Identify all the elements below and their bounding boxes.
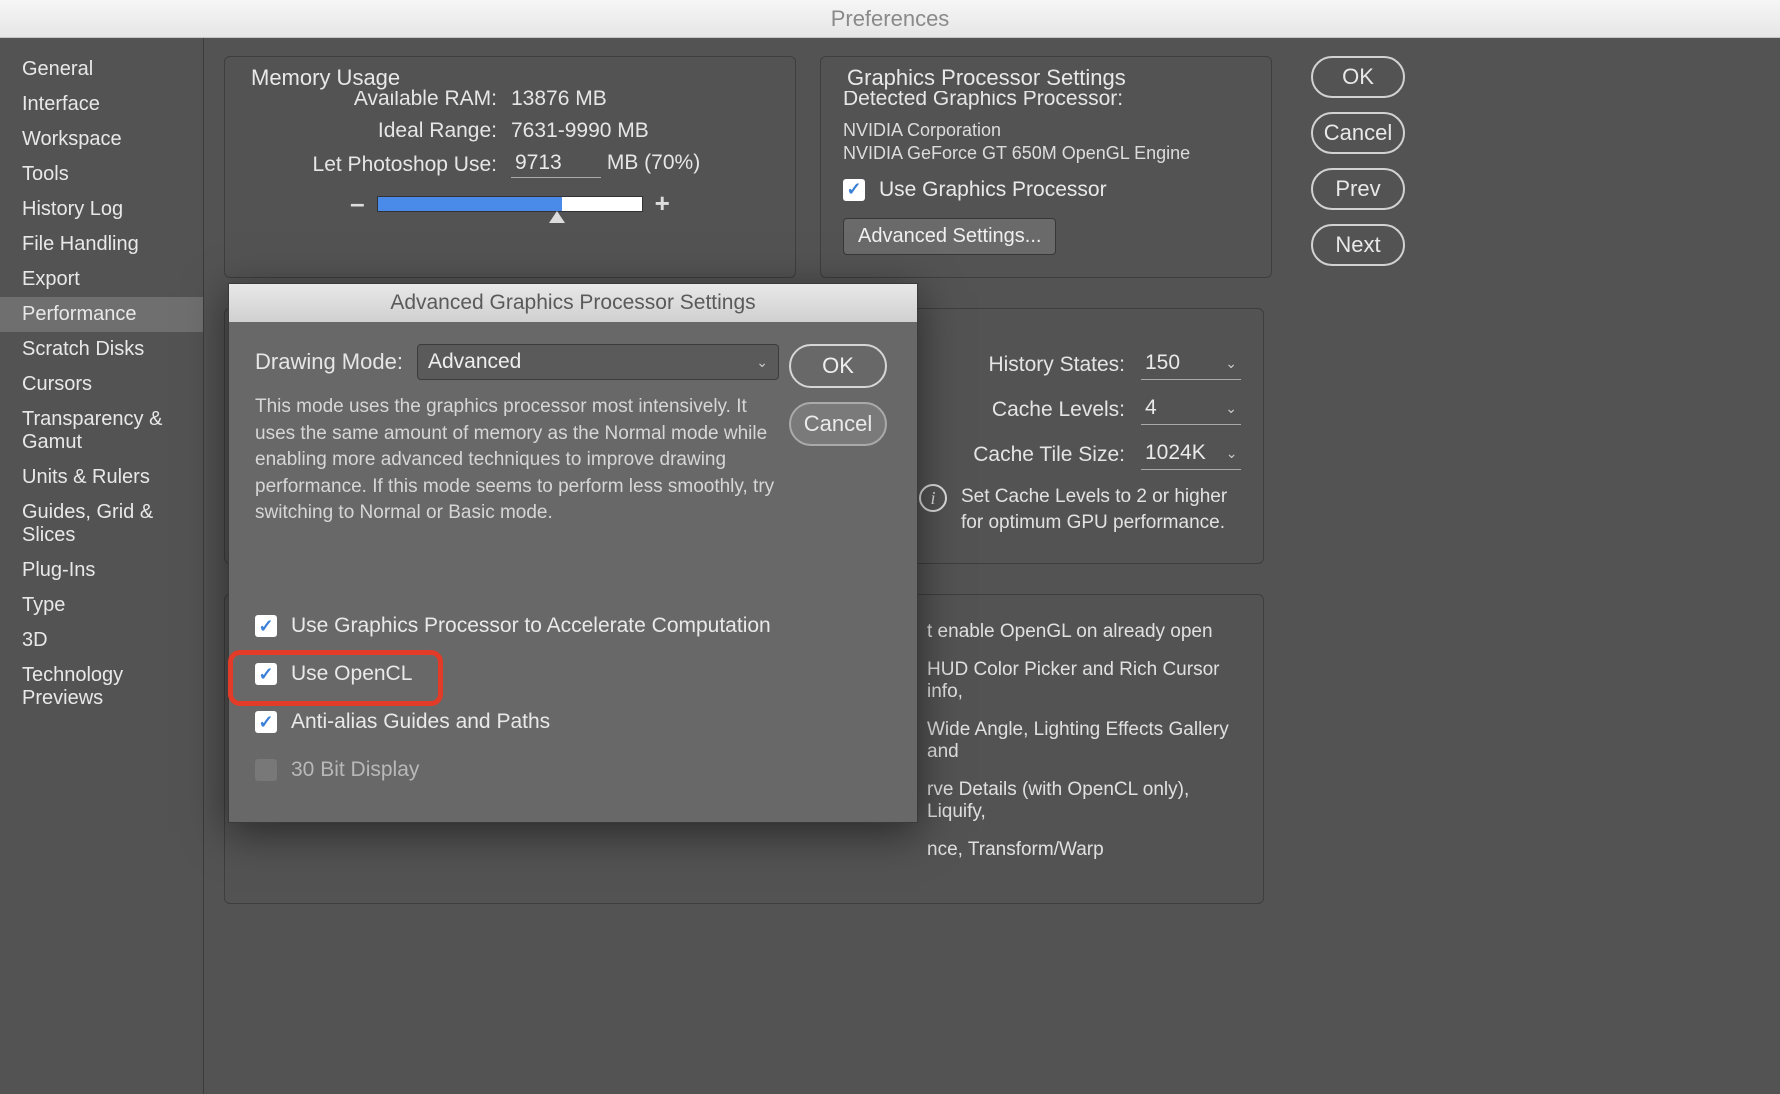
memory-slider[interactable] — [377, 196, 643, 212]
dialog-buttons: OK Cancel Prev Next — [1296, 56, 1420, 278]
prev-button[interactable]: Prev — [1311, 168, 1405, 210]
cache-levels-select[interactable]: 4 ⌄ — [1141, 394, 1241, 425]
chevron-down-icon: ⌄ — [756, 354, 768, 371]
cache-levels-label: Cache Levels: — [992, 398, 1125, 422]
window-title: Preferences — [0, 0, 1780, 38]
sidebar-item-transparency-gamut[interactable]: Transparency & Gamut — [0, 402, 203, 460]
preferences-sidebar: GeneralInterfaceWorkspaceToolsHistory Lo… — [0, 38, 204, 1094]
sidebar-item-interface[interactable]: Interface — [0, 87, 203, 122]
30bit-display-checkbox[interactable]: ✓ — [255, 759, 277, 781]
desc-line4: rve Details (with OpenCL only), Liquify, — [927, 779, 1237, 823]
ok-button[interactable]: OK — [1311, 56, 1405, 98]
let-ps-use-input[interactable] — [511, 151, 601, 178]
cache-levels-value: 4 — [1145, 396, 1157, 420]
use-opencl-checkbox[interactable]: ✓ — [255, 663, 277, 685]
sidebar-item-workspace[interactable]: Workspace — [0, 122, 203, 157]
memory-usage-panel: Memory Usage Available RAM: 13876 MB Ide… — [224, 56, 796, 278]
sidebar-item-history-log[interactable]: History Log — [0, 192, 203, 227]
drawing-mode-description: This mode uses the graphics processor mo… — [255, 394, 779, 527]
modal-cancel-button[interactable]: Cancel — [789, 402, 887, 446]
cache-tile-label: Cache Tile Size: — [973, 443, 1125, 467]
history-states-select[interactable]: 150 ⌄ — [1141, 349, 1241, 380]
sidebar-item-general[interactable]: General — [0, 52, 203, 87]
gpu-vendor: NVIDIA Corporation — [843, 119, 1249, 142]
memory-panel-title: Memory Usage — [243, 65, 408, 91]
next-button[interactable]: Next — [1311, 224, 1405, 266]
cache-tile-select[interactable]: 1024K ⌄ — [1141, 439, 1241, 470]
modal-ok-button[interactable]: OK — [789, 344, 887, 388]
history-states-value: 150 — [1145, 351, 1180, 375]
sidebar-item-performance[interactable]: Performance — [0, 297, 203, 332]
sidebar-item-type[interactable]: Type — [0, 588, 203, 623]
memory-decrease-button[interactable]: – — [350, 188, 364, 219]
drawing-mode-select[interactable]: Advanced ⌄ — [417, 344, 779, 380]
use-gpu-checkbox[interactable]: ✓ — [843, 179, 865, 201]
accelerate-compute-checkbox[interactable]: ✓ — [255, 615, 277, 637]
let-ps-use-suffix: MB (70%) — [607, 151, 700, 174]
drawing-mode-label: Drawing Mode: — [255, 349, 403, 375]
sidebar-item-units-rulers[interactable]: Units & Rulers — [0, 460, 203, 495]
use-gpu-label: Use Graphics Processor — [879, 178, 1107, 202]
cancel-button[interactable]: Cancel — [1311, 112, 1405, 154]
cache-tile-value: 1024K — [1145, 441, 1206, 465]
sidebar-item-file-handling[interactable]: File Handling — [0, 227, 203, 262]
gpu-model: NVIDIA GeForce GT 650M OpenGL Engine — [843, 142, 1249, 165]
chevron-down-icon: ⌄ — [1225, 400, 1237, 417]
desc-line2: HUD Color Picker and Rich Cursor info, — [927, 659, 1237, 703]
memory-slider-thumb[interactable] — [549, 211, 565, 223]
antialias-checkbox[interactable]: ✓ — [255, 711, 277, 733]
chevron-down-icon: ⌄ — [1225, 355, 1237, 372]
accelerate-compute-label: Use Graphics Processor to Accelerate Com… — [291, 614, 771, 638]
desc-line1: t enable OpenGL on already open — [927, 621, 1237, 643]
antialias-label: Anti-alias Guides and Paths — [291, 710, 550, 734]
chevron-down-icon: ⌄ — [1226, 445, 1238, 462]
advanced-settings-button[interactable]: Advanced Settings... — [843, 218, 1056, 255]
desc-line3: Wide Angle, Lighting Effects Gallery and — [927, 719, 1237, 763]
modal-title-text: Advanced Graphics Processor Settings — [390, 291, 755, 315]
drawing-mode-value: Advanced — [428, 350, 521, 374]
memory-slider-fill — [378, 197, 563, 211]
history-states-label: History States: — [988, 353, 1125, 377]
sidebar-item-3d[interactable]: 3D — [0, 623, 203, 658]
gpu-panel-title: Graphics Processor Settings — [839, 65, 1134, 91]
sidebar-item-scratch-disks[interactable]: Scratch Disks — [0, 332, 203, 367]
cache-hint-text: Set Cache Levels to 2 or higher for opti… — [961, 484, 1241, 535]
memory-increase-button[interactable]: + — [655, 188, 670, 219]
sidebar-item-cursors[interactable]: Cursors — [0, 367, 203, 402]
advanced-gpu-settings-dialog: Advanced Graphics Processor Settings Dra… — [228, 283, 918, 823]
sidebar-item-guides-grid-slices[interactable]: Guides, Grid & Slices — [0, 495, 203, 553]
30bit-display-label: 30 Bit Display — [291, 758, 419, 782]
ideal-range-value: 7631-9990 MB — [511, 119, 649, 143]
gpu-settings-panel: Graphics Processor Settings Detected Gra… — [820, 56, 1272, 278]
desc-line5: nce, Transform/Warp — [927, 839, 1237, 861]
sidebar-item-plug-ins[interactable]: Plug-Ins — [0, 553, 203, 588]
ideal-range-label: Ideal Range: — [247, 119, 497, 143]
sidebar-item-tools[interactable]: Tools — [0, 157, 203, 192]
let-ps-use-label: Let Photoshop Use: — [247, 153, 497, 177]
info-icon: i — [919, 484, 947, 512]
use-opencl-label: Use OpenCL — [291, 662, 412, 686]
available-ram-value: 13876 MB — [511, 87, 607, 111]
modal-title: Advanced Graphics Processor Settings — [229, 284, 917, 322]
sidebar-item-technology-previews[interactable]: Technology Previews — [0, 658, 203, 716]
sidebar-item-export[interactable]: Export — [0, 262, 203, 297]
window-title-text: Preferences — [831, 6, 950, 32]
